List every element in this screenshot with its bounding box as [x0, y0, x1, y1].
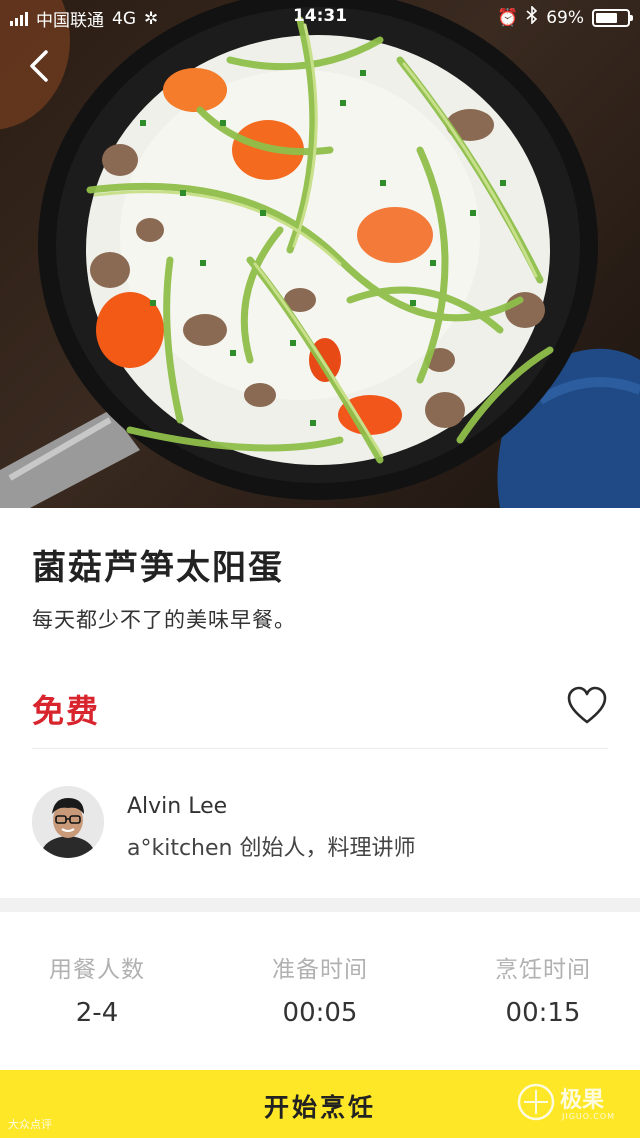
watermark-icon [517, 1083, 555, 1121]
section-separator [0, 898, 640, 912]
stat-label: 用餐人数 [49, 957, 145, 983]
stat-servings: 用餐人数 2-4 [0, 950, 197, 1028]
recipe-title: 菌菇芦笋太阳蛋 [32, 548, 284, 588]
back-chevron-icon [30, 50, 48, 82]
divider [32, 748, 608, 749]
stat-label: 烹饪时间 [495, 957, 591, 983]
avatar[interactable] [32, 786, 104, 858]
back-button[interactable] [20, 44, 60, 88]
bluetooth-icon [526, 5, 538, 29]
alarm-icon: ⏰ [497, 7, 519, 28]
author-description: a°kitchen 创始人，料理讲师 [127, 836, 416, 861]
watermark-text: 极果 [560, 1088, 605, 1113]
hero-food-photo [0, 0, 640, 508]
battery-icon [592, 8, 633, 27]
recipe-subtitle: 每天都少不了的美味早餐。 [32, 608, 296, 632]
stat-value: 00:15 [505, 998, 581, 1028]
price-label: 免费 [32, 692, 101, 730]
heart-outline-icon [567, 686, 607, 724]
start-cooking-button[interactable]: 开始烹饪 大众点评 极果 JIGUO.COM [0, 1070, 640, 1138]
status-bar: 中国联通 4G ✲ 14:31 ⏰ 69% [0, 0, 640, 34]
watermark-subtext: JIGUO.COM [562, 1112, 616, 1121]
author-card[interactable]: Alvin Lee a°kitchen 创始人，料理讲师 [32, 786, 592, 862]
stat-label: 准备时间 [272, 957, 368, 983]
favorite-button[interactable] [566, 686, 608, 726]
stat-value: 00:05 [282, 998, 358, 1028]
frying-pan-illustration [0, 0, 640, 508]
stat-value: 2-4 [75, 998, 119, 1028]
stat-cook-time: 烹饪时间 00:15 [443, 950, 640, 1028]
watermark-left: 大众点评 [8, 1118, 52, 1131]
stat-prep-time: 准备时间 00:05 [220, 950, 420, 1028]
watermark-logo: 极果 JIGUO.COM [516, 1078, 626, 1132]
battery-percent: 69% [546, 7, 584, 28]
author-name: Alvin Lee [127, 794, 228, 819]
